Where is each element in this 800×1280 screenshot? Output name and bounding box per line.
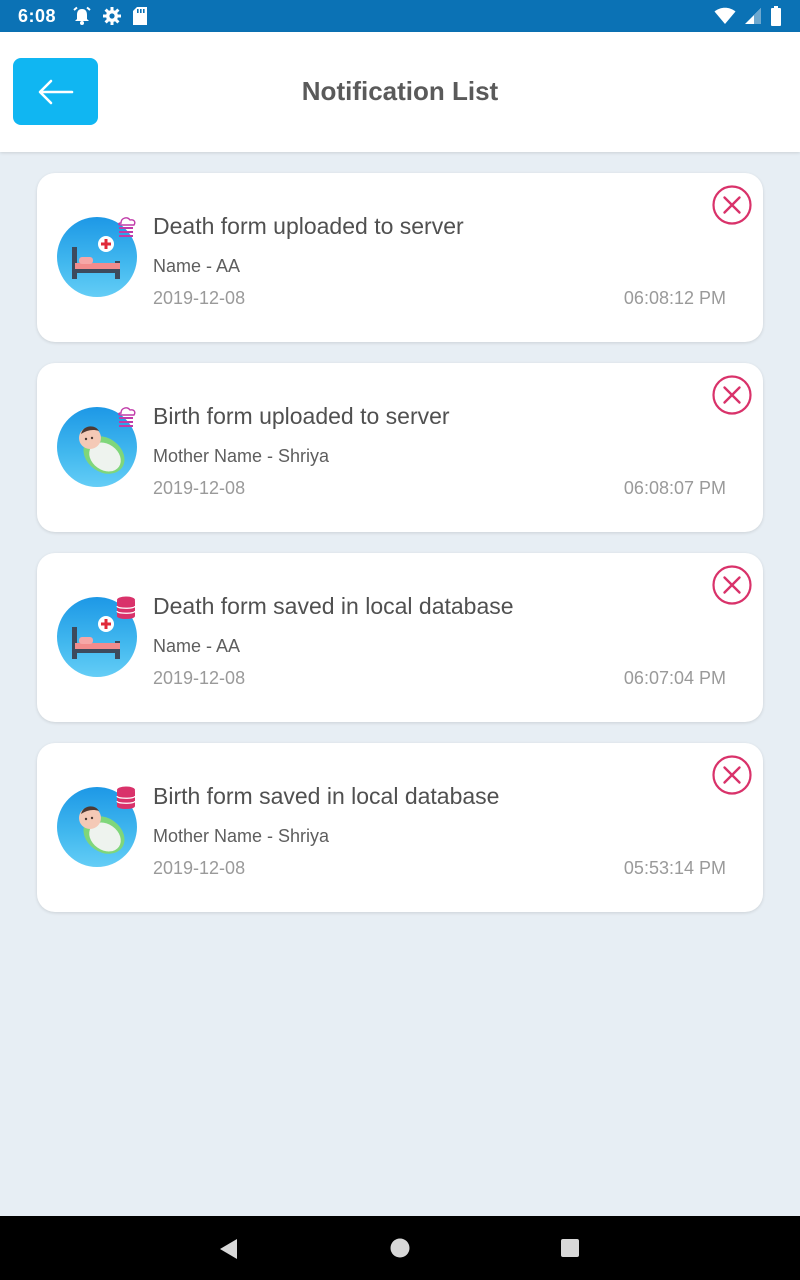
close-icon[interactable] — [712, 565, 752, 605]
notification-time: 06:07:04 PM — [623, 668, 726, 688]
nav-home-icon[interactable] — [390, 1238, 410, 1258]
close-icon[interactable] — [712, 185, 752, 225]
notification-title: Death form saved in local database — [153, 593, 514, 619]
cloud-upload-icon — [118, 217, 136, 237]
wifi-icon — [714, 7, 736, 24]
database-icon — [116, 596, 136, 619]
nav-recents-icon[interactable] — [560, 1238, 580, 1258]
notification-date: 2019-12-08 — [153, 478, 246, 498]
settings-icon — [103, 7, 122, 25]
sd-card-icon — [133, 7, 148, 25]
notification-time: 05:53:14 PM — [623, 858, 726, 878]
status-bar: 6:08 — [0, 0, 800, 32]
status-icons-left — [72, 6, 148, 26]
notification-title: Birth form uploaded to server — [153, 403, 450, 429]
battery-icon — [771, 6, 781, 26]
notification-title: Birth form saved in local database — [153, 783, 500, 809]
alarm-icon — [73, 6, 91, 25]
notification-date: 2019-12-08 — [153, 668, 246, 688]
status-time: 6:08 — [18, 5, 57, 26]
notification-card[interactable]: Death form saved in local database Name … — [37, 553, 763, 722]
nav-back-icon[interactable] — [219, 1238, 239, 1260]
database-icon — [116, 786, 136, 809]
cloud-upload-icon — [118, 407, 136, 427]
notification-date: 2019-12-08 — [153, 288, 246, 308]
notification-date: 2019-12-08 — [153, 858, 246, 878]
close-icon[interactable] — [712, 755, 752, 795]
notification-time: 06:08:12 PM — [623, 288, 726, 308]
close-icon[interactable] — [712, 375, 752, 415]
notification-time: 06:08:07 PM — [623, 478, 726, 498]
notification-name: Mother Name - Shriya — [153, 826, 330, 846]
page-title: Notification List — [301, 76, 499, 106]
notification-name: Name - AA — [153, 256, 241, 276]
signal-icon — [745, 8, 761, 24]
notification-name: Name - AA — [153, 636, 241, 656]
notification-name: Mother Name - Shriya — [153, 446, 330, 466]
notification-card[interactable]: Birth form uploaded to server Mother Nam… — [37, 363, 763, 532]
notification-card[interactable]: Death form uploaded to server Name - AA … — [37, 173, 763, 342]
notification-list: Death form uploaded to server Name - AA … — [37, 173, 763, 933]
app-header: Notification List — [0, 32, 800, 152]
notification-title: Death form uploaded to server — [153, 213, 464, 239]
status-icons-right — [714, 6, 782, 26]
navigation-bar — [0, 1216, 800, 1280]
notification-card[interactable]: Birth form saved in local database Mothe… — [37, 743, 763, 912]
